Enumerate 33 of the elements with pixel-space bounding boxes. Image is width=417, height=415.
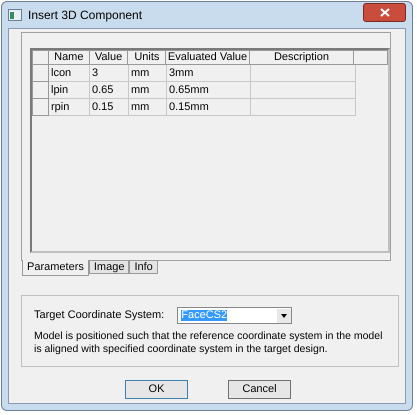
header-filler <box>354 50 388 65</box>
column-header[interactable]: Value <box>90 50 128 65</box>
row-header[interactable] <box>32 82 49 99</box>
dropdown-value: FaceCS2 <box>181 310 228 321</box>
dialog-button[interactable]: Cancel <box>228 380 291 399</box>
column-header[interactable]: Units <box>128 50 166 65</box>
dialog-button[interactable]: OK <box>125 380 188 399</box>
column-header[interactable]: Evaluated Value <box>166 50 250 65</box>
table-cell: mm <box>129 82 167 99</box>
table-cell: 0.65mm <box>167 82 251 99</box>
table-cell: 0.15mm <box>167 99 251 116</box>
tab[interactable]: Info <box>129 260 158 274</box>
tab[interactable]: Image <box>88 260 130 274</box>
window-title: Insert 3D Component <box>28 7 144 24</box>
column-header[interactable]: Description <box>250 50 354 65</box>
table-cell: 3 <box>90 65 129 82</box>
column-header[interactable]: Name <box>48 50 90 65</box>
close-button[interactable] <box>363 2 406 22</box>
table-cell: mm <box>129 65 167 82</box>
positioning-note: Model is positioned such that the reference coordinate system in the model is aligned with specified coordinate system in the target design. <box>34 330 384 356</box>
row-header[interactable] <box>32 65 49 82</box>
table-cell: 0.65 <box>90 82 129 99</box>
tab[interactable]: Parameters <box>22 260 89 276</box>
table-cell: lcon <box>49 65 90 82</box>
table-cell: 0.15 <box>90 99 129 116</box>
table-cell: mm <box>129 99 167 116</box>
app-icon <box>8 9 22 21</box>
table-cell: 3mm <box>167 65 251 82</box>
close-icon <box>380 8 390 16</box>
row-header[interactable] <box>32 99 49 116</box>
table-cell: lpin <box>49 82 90 99</box>
table-cell: rpin <box>49 99 90 116</box>
target-label: Target Coordinate System: <box>34 308 164 324</box>
